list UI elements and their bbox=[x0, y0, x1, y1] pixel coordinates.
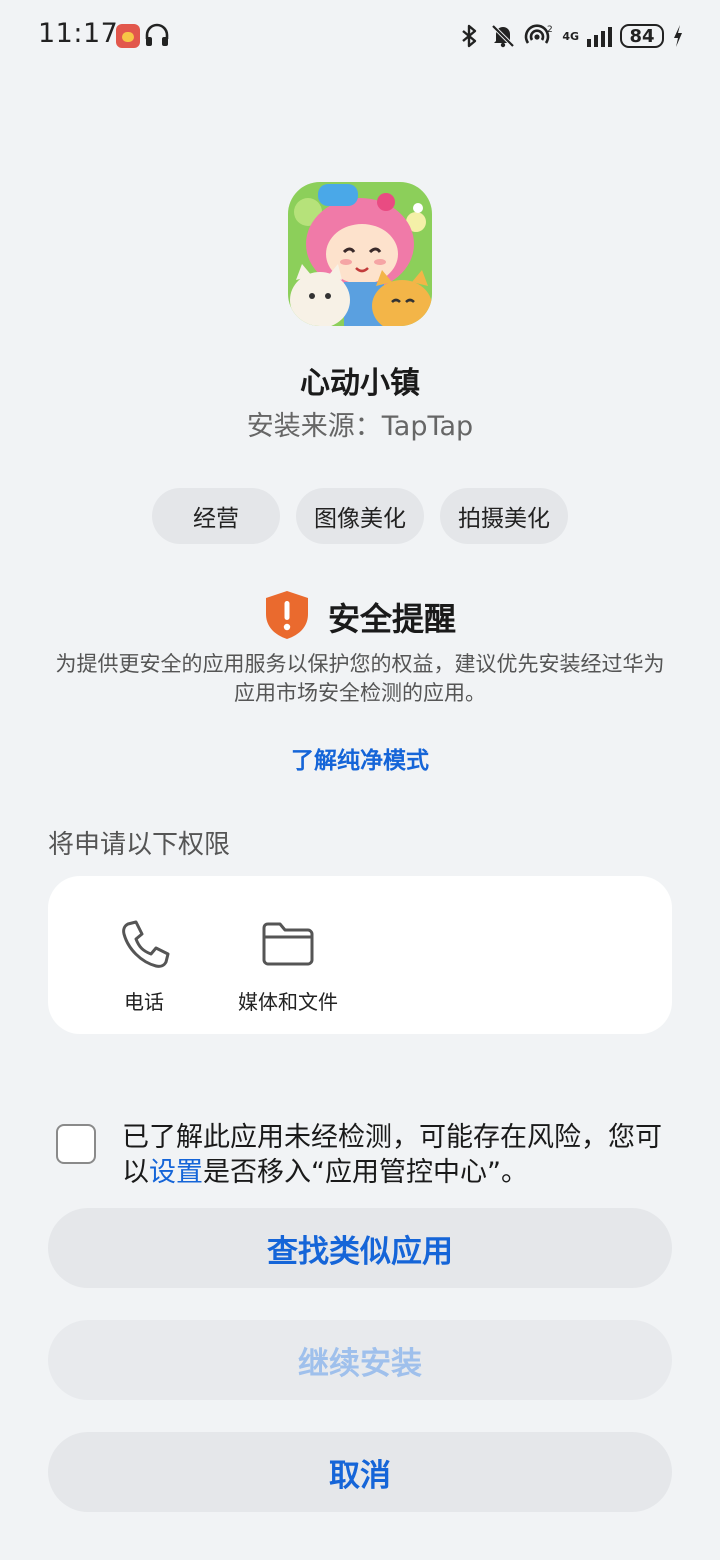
permission-label: 电话 bbox=[124, 990, 164, 1014]
phone-icon bbox=[122, 920, 170, 968]
consent-text-after: 是否移入“应用管控中心”。 bbox=[203, 1157, 528, 1188]
folder-icon bbox=[262, 922, 314, 966]
permission-phone[interactable]: 电话 bbox=[69, 916, 219, 1015]
find-similar-apps-button[interactable]: 查找类似应用 bbox=[48, 1208, 672, 1288]
svg-text:2: 2 bbox=[547, 25, 553, 35]
headset-icon bbox=[145, 23, 169, 46]
learn-pure-mode-link[interactable]: 了解纯净模式 bbox=[0, 741, 720, 775]
app-notification-icon bbox=[116, 24, 140, 48]
permissions-label: 将申请以下权限 bbox=[48, 830, 231, 860]
permission-label: 媒体和文件 bbox=[238, 990, 338, 1014]
cellular-signal-icon bbox=[587, 25, 612, 47]
status-time: 11:17 bbox=[38, 18, 119, 49]
mute-bell-icon bbox=[491, 24, 515, 48]
app-icon bbox=[288, 182, 432, 326]
tag-image-beautify: 图像美化 bbox=[296, 488, 424, 544]
warning-shield-icon bbox=[266, 591, 308, 639]
battery-icon: 84 bbox=[620, 24, 664, 48]
tag-business: 经营 bbox=[152, 488, 280, 544]
continue-install-button[interactable]: 继续安装 bbox=[48, 1320, 672, 1400]
settings-link[interactable]: 设置 bbox=[149, 1157, 203, 1188]
app-name: 心动小镇 bbox=[300, 366, 420, 401]
install-source: 安装来源：TapTap bbox=[246, 411, 474, 442]
network-type-label: 4G bbox=[562, 29, 579, 43]
consent-checkbox[interactable] bbox=[56, 1124, 96, 1164]
consent-text: 已了解此应用未经检测，可能存在风险，您可以设置是否移入“应用管控中心”。 bbox=[122, 1120, 670, 1190]
security-title: 安全提醒 bbox=[328, 600, 457, 638]
battery-level: 84 bbox=[629, 25, 655, 47]
permission-media-files[interactable]: 媒体和文件 bbox=[213, 916, 363, 1015]
cancel-button[interactable]: 取消 bbox=[48, 1432, 672, 1512]
security-description: 为提供更安全的应用服务以保护您的权益，建议优先安装经过华为应用市场安全检测的应用… bbox=[55, 652, 665, 705]
status-bar: 11:17 2 4G 84 bbox=[0, 0, 720, 72]
hotspot-icon: 2 bbox=[525, 24, 553, 44]
charging-bolt-icon bbox=[674, 25, 682, 47]
bluetooth-icon bbox=[462, 24, 477, 48]
permissions-card: 电话 媒体和文件 bbox=[48, 876, 672, 1034]
tag-camera-beautify: 拍摄美化 bbox=[440, 488, 568, 544]
